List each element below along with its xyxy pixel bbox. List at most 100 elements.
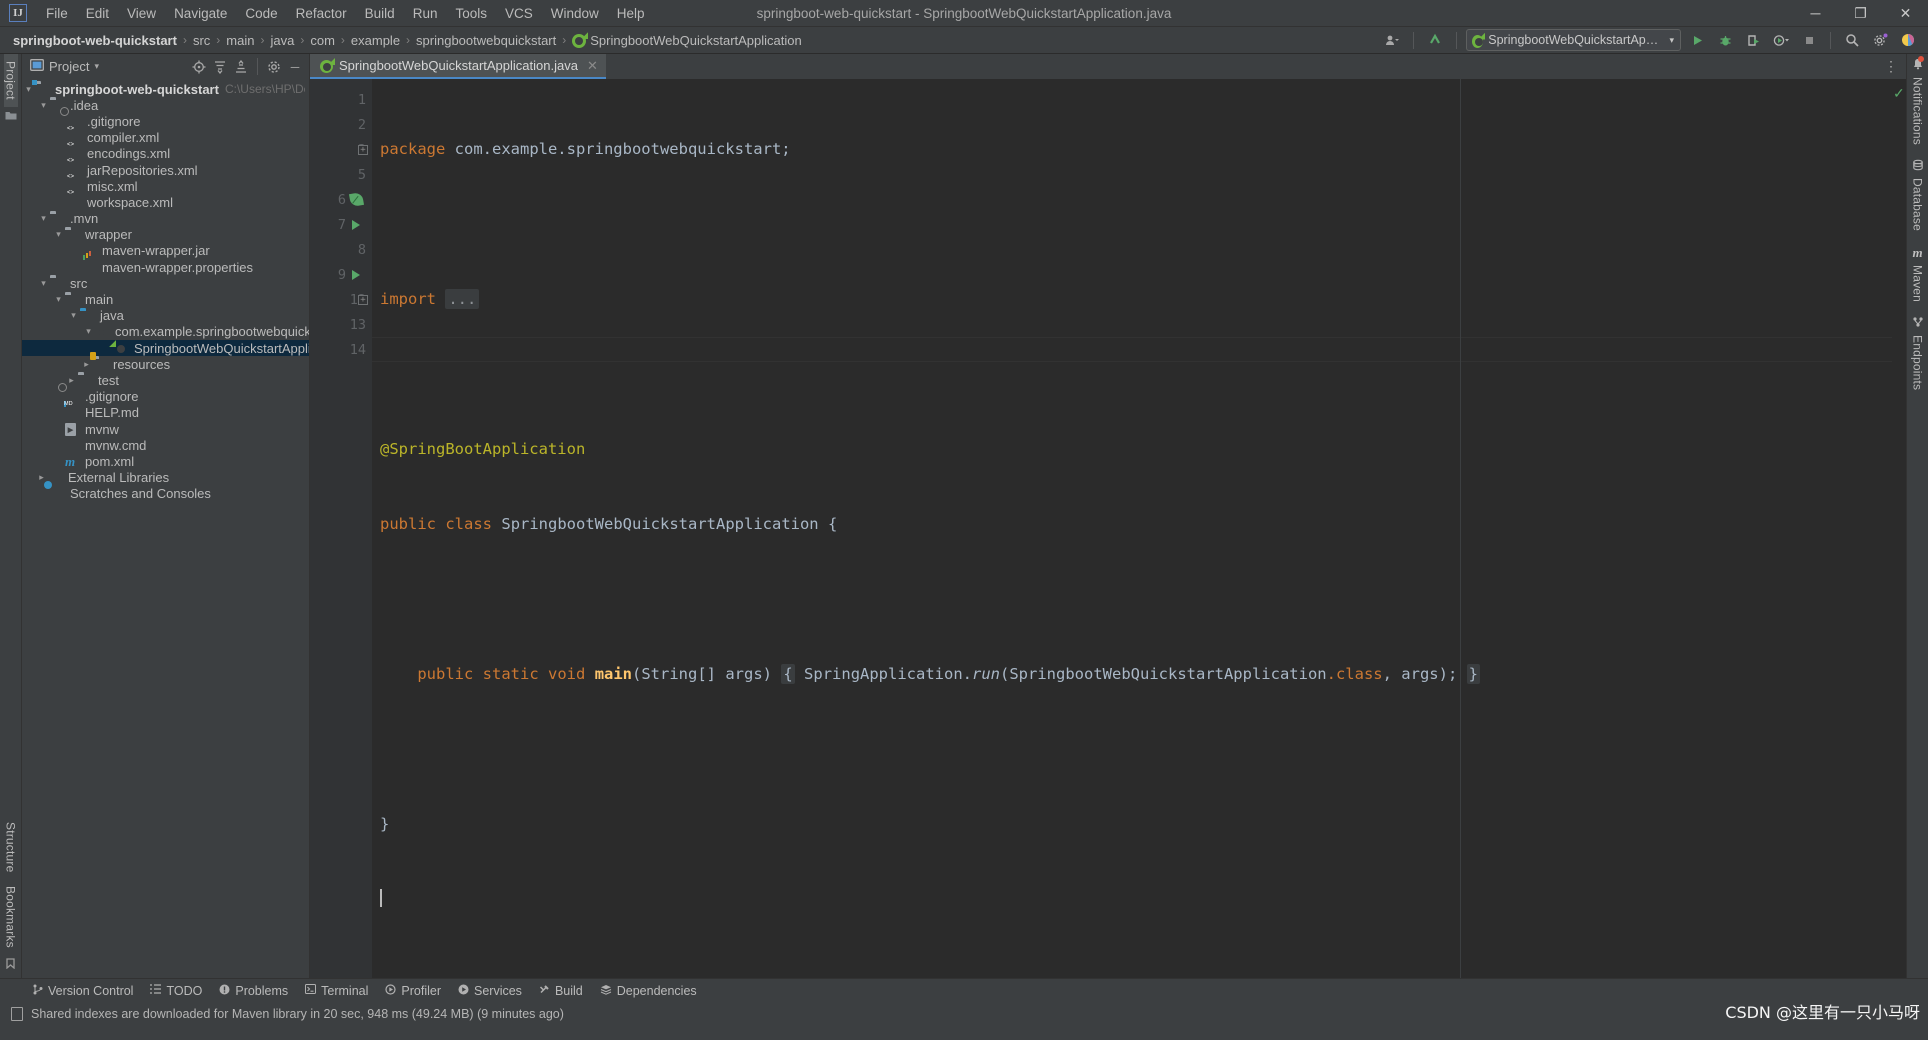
tree-row-scratches[interactable]: Scratches and Consoles [22,486,309,502]
tree-row-src[interactable]: ▾ src [22,275,309,291]
chevron-right-icon[interactable]: ▸ [65,375,78,386]
tool-window-profiler[interactable]: Profiler [378,982,448,1000]
code-editor[interactable]: 1 2 3 5 6 7 8 9 [310,79,1906,978]
updates-icon[interactable] [1423,29,1447,51]
tree-row-gitignore[interactable]: .gitignore [22,113,309,129]
breadcrumb-main[interactable]: main [223,32,257,49]
tab-springboot-application-java[interactable]: SpringbootWebQuickstartApplication.java … [310,54,606,79]
code-text[interactable]: package com.example.springbootwebquickst… [372,79,1892,978]
tree-row-workspace-xml[interactable]: workspace.xml [22,194,309,210]
minimize-button[interactable]: ─ [1793,0,1838,27]
tree-row-encodings-xml[interactable]: encodings.xml [22,146,309,162]
menu-run[interactable]: Run [404,3,447,24]
menu-help[interactable]: Help [608,3,654,24]
chevron-down-icon[interactable]: ▾ [37,100,50,111]
menu-build[interactable]: Build [356,3,404,24]
chevron-down-icon[interactable]: ▾ [37,213,50,224]
maximize-button[interactable]: ❐ [1838,0,1883,27]
menu-file[interactable]: File [37,3,77,24]
tool-window-structure[interactable]: Structure [4,815,18,880]
menu-vcs[interactable]: VCS [496,3,542,24]
tool-window-terminal[interactable]: Terminal [298,982,375,1000]
tree-row-misc-xml[interactable]: misc.xml [22,178,309,194]
tool-window-problems[interactable]: Problems [212,982,295,1000]
breadcrumb-example[interactable]: example [348,32,403,49]
hide-panel-icon[interactable]: ─ [285,57,305,77]
folded-imports[interactable]: ... [445,289,480,309]
chevron-right-icon[interactable]: ▸ [80,359,93,370]
user-accounts-icon[interactable] [1380,29,1404,51]
tool-window-build[interactable]: Build [532,982,590,1000]
tree-row-mvnw-cmd[interactable]: mvnw.cmd [22,437,309,453]
tool-window-dependencies[interactable]: Dependencies [593,982,704,1000]
close-button[interactable]: ✕ [1883,0,1928,27]
tree-row-project[interactable]: ▾ springboot-web-quickstart C:\Users\HP\… [22,81,309,97]
tree-row-jarrepositories-xml[interactable]: jarRepositories.xml [22,162,309,178]
run-button[interactable] [1685,29,1709,51]
breadcrumb-src[interactable]: src [190,32,213,49]
notes-icon[interactable] [11,1007,23,1021]
chevron-down-icon[interactable]: ▾ [52,294,65,305]
close-icon[interactable]: ✕ [587,58,598,74]
bookmark-icon[interactable] [5,958,16,972]
breadcrumb-java[interactable]: java [267,32,297,49]
run-with-coverage-button[interactable] [1741,29,1765,51]
menu-edit[interactable]: Edit [77,3,118,24]
settings-gear-icon[interactable] [1868,29,1892,51]
tool-window-project[interactable]: Project [3,54,18,107]
tree-row-compiler-xml[interactable]: compiler.xml [22,130,309,146]
tree-row-pom-xml[interactable]: m pom.xml [22,453,309,469]
menu-code[interactable]: Code [236,3,286,24]
tool-window-services[interactable]: Services [451,982,529,1000]
expand-all-icon[interactable] [210,57,230,77]
settings-gear-icon[interactable] [264,57,284,77]
breadcrumb-package[interactable]: springbootwebquickstart [413,32,559,49]
tool-window-endpoints[interactable]: Endpoints [1911,316,1925,392]
folded-body-open[interactable]: { [781,664,795,684]
ide-assistant-icon[interactable] [1896,29,1920,51]
chevron-down-icon[interactable]: ▾ [82,326,95,337]
menu-view[interactable]: View [118,3,165,24]
tree-row-java[interactable]: ▾ java [22,308,309,324]
tool-window-todo[interactable]: TODO [143,982,209,1000]
breadcrumb-class[interactable]: SpringbootWebQuickstartApplication [569,32,805,49]
tree-row-external-libraries[interactable]: ▸ External Libraries [22,470,309,486]
chevron-down-icon[interactable]: ▾ [94,61,99,72]
tree-row-maven-wrapper-properties[interactable]: maven-wrapper.properties [22,259,309,275]
folded-body-close[interactable]: } [1466,664,1480,684]
commit-icon[interactable] [5,110,17,124]
run-configuration-selector[interactable]: SpringbootWebQuickstartApplication ▾ [1466,29,1681,51]
profiler-button[interactable] [1769,29,1793,51]
breadcrumb-project[interactable]: springboot-web-quickstart [10,32,180,49]
tree-row-resources[interactable]: ▸ resources [22,356,309,372]
tree-row-springboot-application[interactable]: SpringbootWebQuickstartApplication [22,340,309,357]
collapse-all-icon[interactable] [231,57,251,77]
select-opened-file-icon[interactable] [189,57,209,77]
fold-method-icon[interactable]: + [358,294,368,305]
chevron-down-icon[interactable]: ▾ [22,84,35,95]
tool-window-bookmarks[interactable]: Bookmarks [4,879,18,955]
search-everywhere-icon[interactable] [1840,29,1864,51]
error-stripe[interactable]: ✓ [1892,79,1906,978]
tool-window-version-control[interactable]: Version Control [26,982,140,1000]
inspection-ok-icon[interactable]: ✓ [1893,85,1905,102]
debug-button[interactable] [1713,29,1737,51]
menu-window[interactable]: Window [542,3,608,24]
more-options-icon[interactable]: ⋮ [1884,58,1898,75]
editor-gutter[interactable]: 1 2 3 5 6 7 8 9 [310,79,372,978]
tree-row-maven-wrapper-jar[interactable]: maven-wrapper.jar [22,243,309,259]
chevron-down-icon[interactable]: ▾ [37,278,50,289]
tree-row-main[interactable]: ▾ main [22,291,309,307]
breadcrumb-com[interactable]: com [307,32,338,49]
chevron-down-icon[interactable]: ▾ [52,229,65,240]
tree-row-help-md[interactable]: HELP.md [22,405,309,421]
tree-row-package[interactable]: ▾ com.example.springbootwebquickstart [22,324,309,340]
tool-window-database[interactable]: Database [1911,159,1925,233]
tool-window-notifications[interactable]: Notifications [1911,56,1925,147]
menu-tools[interactable]: Tools [446,3,496,24]
menu-navigate[interactable]: Navigate [165,3,236,24]
tree-row-mvnw[interactable]: ▶ mvnw [22,421,309,437]
chevron-down-icon[interactable]: ▾ [67,310,80,321]
fold-import-icon[interactable]: + [358,144,368,155]
menu-refactor[interactable]: Refactor [287,3,356,24]
